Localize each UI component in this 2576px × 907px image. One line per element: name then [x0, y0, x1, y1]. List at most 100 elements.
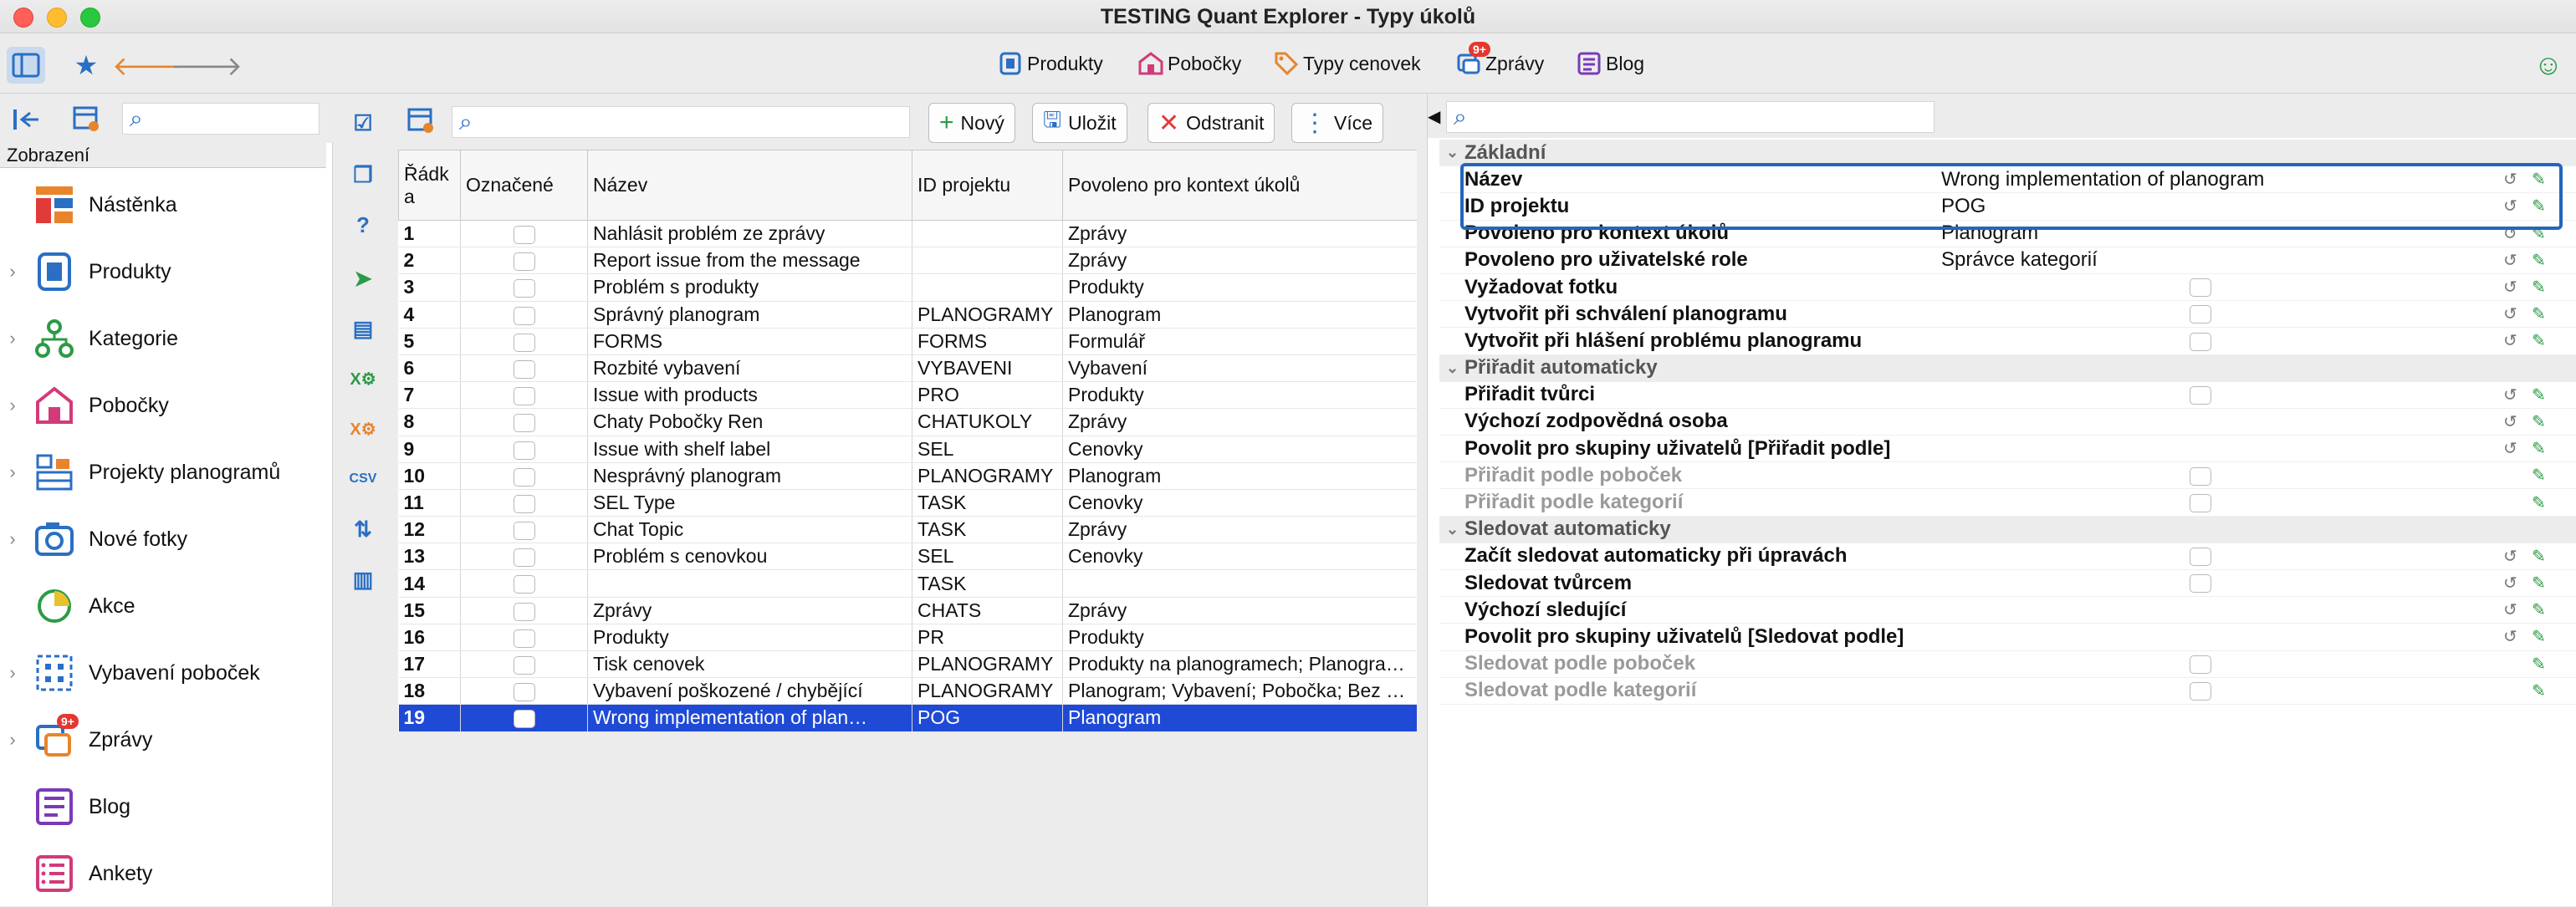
property-group-header[interactable]: ⌄ Sledovat automaticky	[1439, 516, 2576, 543]
property-row[interactable]: Vytvořit při hlášení problému planogramu…	[1439, 328, 2576, 355]
cell-context[interactable]: Cenovky	[1062, 436, 1417, 463]
table-row[interactable]: 2 Report issue from the message Zprávy	[398, 247, 1417, 275]
cell-name[interactable]: Zprávy	[587, 597, 912, 624]
marked-checkbox[interactable]	[513, 279, 535, 298]
column-header-row-number[interactable]: Řádka	[398, 150, 461, 221]
marked-checkbox[interactable]	[513, 359, 535, 379]
cell-name[interactable]: Vybavení poškozené / chybějící	[587, 677, 912, 706]
cell-row-number[interactable]: 8	[398, 408, 461, 436]
reset-value-icon[interactable]: ↺	[2503, 573, 2523, 594]
sidebar-item-store-equipment[interactable]: › Vybavení poboček	[0, 639, 333, 706]
edit-property-icon[interactable]: ✎	[2532, 385, 2552, 405]
property-group-header[interactable]: ⌄ Základní	[1439, 140, 2576, 167]
more-button[interactable]: ⋮ Více	[1291, 103, 1384, 143]
sidebar-item-surveys[interactable]: Ankety	[0, 840, 333, 907]
cell-name[interactable]: Report issue from the message	[587, 247, 912, 275]
table-row[interactable]: 8 Chaty Pobočky Ren CHATUKOLY Zprávy	[398, 408, 1417, 436]
sync-table-button[interactable]: ⇅	[346, 512, 380, 546]
cell-project-id[interactable]: POG	[912, 704, 1063, 732]
user-status-button[interactable]: ☺	[2529, 47, 2568, 84]
edit-property-icon[interactable]: ✎	[2532, 277, 2552, 298]
reset-value-icon[interactable]: ↺	[2503, 277, 2523, 298]
table-settings-button[interactable]	[406, 106, 437, 136]
property-row[interactable]: Přiřadit podle kategorií ✎	[1439, 489, 2576, 517]
sidebar-item-categories[interactable]: › Kategorie	[0, 305, 333, 372]
property-value[interactable]: POG	[1941, 195, 2460, 218]
cell-row-number[interactable]: 1	[398, 220, 461, 248]
reset-value-icon[interactable]: ↺	[2503, 330, 2523, 351]
cell-name[interactable]: Nesprávný planogram	[587, 462, 912, 490]
reset-value-icon[interactable]: ↺	[2503, 303, 2523, 324]
property-value[interactable]: Wrong implementation of planogram	[1941, 168, 2460, 191]
marked-checkbox[interactable]	[513, 629, 535, 648]
cell-project-id[interactable]: SEL	[912, 436, 1063, 463]
cell-marked[interactable]	[460, 677, 588, 706]
property-row[interactable]: Povolit pro skupiny uživatelů [Přiřadit …	[1439, 436, 2576, 463]
table-row[interactable]: 6 Rozbité vybavení VYBAVENI Vybavení	[398, 354, 1417, 383]
reset-value-icon[interactable]: ↺	[2503, 196, 2523, 217]
cell-row-number[interactable]: 6	[398, 354, 461, 383]
cell-context[interactable]: Zprávy	[1062, 597, 1417, 624]
table-row[interactable]: 14 TASK	[398, 569, 1417, 598]
property-group-header[interactable]: ⌄ Přiřadit automaticky	[1439, 354, 2576, 382]
marked-checkbox[interactable]	[513, 602, 535, 621]
cell-name[interactable]: Nahlásit problém ze zprávy	[587, 220, 912, 248]
cell-project-id[interactable]	[912, 220, 1063, 248]
edit-property-icon[interactable]: ✎	[2532, 196, 2552, 217]
marked-checkbox[interactable]	[513, 710, 535, 729]
cell-row-number[interactable]: 2	[398, 247, 461, 275]
marked-checkbox[interactable]	[513, 333, 535, 352]
csv-export-button[interactable]: CSV	[346, 462, 380, 496]
cell-row-number[interactable]: 17	[398, 650, 461, 679]
cell-marked[interactable]	[460, 462, 588, 490]
sidebar-item-planogram-projects[interactable]: › Projekty planogramů	[0, 439, 333, 506]
chevron-down-icon[interactable]: ⌄	[1446, 521, 1459, 538]
cell-context[interactable]: Produkty	[1062, 381, 1417, 410]
sidebar-item-blog[interactable]: Blog	[0, 773, 333, 840]
properties-search-input[interactable]: ⌕	[1446, 101, 1935, 133]
marked-checkbox[interactable]	[513, 414, 535, 433]
marked-checkbox[interactable]	[513, 306, 535, 325]
cell-context[interactable]	[1062, 569, 1417, 598]
cell-context[interactable]: Planogram; Vybavení; Pobočka; Bez …	[1062, 677, 1417, 706]
copy-button[interactable]: ❐	[346, 158, 380, 191]
cell-project-id[interactable]: TASK	[912, 516, 1063, 544]
property-row[interactable]: Sledovat tvůrcem ↺ ✎	[1439, 570, 2576, 598]
edit-property-icon[interactable]: ✎	[2532, 680, 2552, 701]
chevron-right-icon[interactable]: ›	[0, 662, 25, 684]
reset-value-icon[interactable]: ↺	[2503, 546, 2523, 567]
property-row[interactable]: Název Wrong implementation of planogram ↺ ✎	[1439, 166, 2576, 194]
cell-name[interactable]: Chaty Pobočky Ren	[587, 408, 912, 436]
sidebar-toggle-button[interactable]	[7, 47, 45, 84]
property-checkbox[interactable]	[2190, 655, 2211, 674]
cell-name[interactable]: Tisk cenovek	[587, 650, 912, 679]
sidebar-item-new-photos[interactable]: › Nové fotky	[0, 506, 333, 573]
reset-value-icon[interactable]: ↺	[2503, 599, 2523, 620]
chevron-right-icon[interactable]: ›	[0, 395, 25, 416]
sidebar-item-products[interactable]: › Produkty	[0, 238, 333, 305]
cell-name[interactable]: Správný planogram	[587, 301, 912, 329]
property-row[interactable]: Vytvořit při schválení planogramu ↺ ✎	[1439, 301, 2576, 329]
cell-marked[interactable]	[460, 624, 588, 652]
edit-property-icon[interactable]: ✎	[2532, 573, 2552, 594]
edit-property-icon[interactable]: ✎	[2532, 303, 2552, 324]
cell-name[interactable]: Issue with shelf label	[587, 436, 912, 463]
marked-checkbox[interactable]	[513, 656, 535, 675]
cell-marked[interactable]	[460, 569, 588, 598]
chevron-right-icon[interactable]: ›	[0, 261, 25, 283]
reset-value-icon[interactable]: ↺	[2503, 626, 2523, 647]
chevron-right-icon[interactable]: ›	[0, 461, 25, 483]
chevron-down-icon[interactable]: ⌄	[1446, 144, 1459, 161]
reset-value-icon[interactable]: ↺	[2503, 411, 2523, 432]
property-row[interactable]: Výchozí sledující ↺ ✎	[1439, 597, 2576, 624]
property-row[interactable]: ID projektu POG ↺ ✎	[1439, 193, 2576, 221]
property-checkbox[interactable]	[2190, 278, 2211, 298]
cell-row-number[interactable]: 14	[398, 569, 461, 598]
table-search-input[interactable]: ⌕	[452, 106, 910, 138]
export-button[interactable]: ▤	[346, 312, 380, 345]
chevron-right-icon[interactable]: ›	[0, 328, 25, 349]
column-header-name[interactable]: Název	[587, 150, 912, 221]
reset-value-icon[interactable]: ↺	[2503, 250, 2523, 271]
column-header-context[interactable]: Povoleno pro kontext úkolů	[1062, 150, 1417, 221]
edit-property-icon[interactable]: ✎	[2532, 250, 2552, 271]
